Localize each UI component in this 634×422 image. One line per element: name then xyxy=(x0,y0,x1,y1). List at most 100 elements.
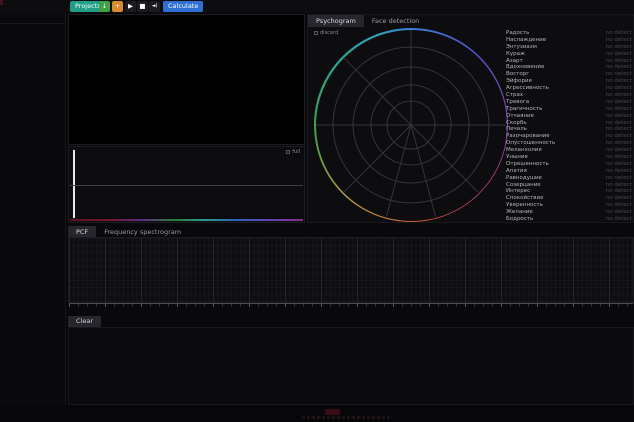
emotion-value: no detect xyxy=(606,188,632,195)
import-icon[interactable]: ↓ xyxy=(99,1,110,12)
emotion-value: no detect xyxy=(606,154,632,161)
window-corner-artifact xyxy=(0,0,3,5)
emotion-value: no detect xyxy=(606,133,632,140)
emotion-name: Страх xyxy=(506,92,523,99)
emotion-value: no detect xyxy=(606,168,632,175)
full-checkbox[interactable]: full xyxy=(286,149,300,155)
emotion-row: Апатия no detect xyxy=(506,168,632,175)
emotion-value: no detect xyxy=(606,58,632,65)
emotion-name: Эйфория xyxy=(506,78,532,85)
emotion-row: Равнодушие no detect xyxy=(506,175,632,182)
psychogram-polar-chart xyxy=(314,28,508,222)
emotion-color-strip xyxy=(70,219,303,221)
play-icon[interactable]: ▶ xyxy=(125,1,136,12)
emotion-name: Созерцание xyxy=(506,182,541,189)
emotion-row: Уверенность no detect xyxy=(506,202,632,209)
emotion-row: Желание no detect xyxy=(506,209,632,216)
playhead-cursor[interactable] xyxy=(73,150,75,218)
emotion-value: no detect xyxy=(606,140,632,147)
psychogram-tabrow: Psychogram Face detection xyxy=(308,15,427,27)
emotion-row: Наслаждение no detect xyxy=(506,37,632,44)
toolbar: Projects ↓ + ▶ ■ ◄) Calculate xyxy=(0,0,634,13)
emotion-list: Радость no detect Наслаждение no detect … xyxy=(506,30,632,223)
emotion-value: no detect xyxy=(606,44,632,51)
emotion-name: Разочарование xyxy=(506,133,550,140)
emotion-name: Наслаждение xyxy=(506,37,546,44)
emotion-name: Равнодушие xyxy=(506,175,542,182)
emotion-name: Опустошенность xyxy=(506,140,555,147)
emotion-value: no detect xyxy=(606,51,632,58)
polar-grid xyxy=(314,28,508,222)
emotion-row: Радость no detect xyxy=(506,30,632,37)
tab-psychogram[interactable]: Psychogram xyxy=(308,15,364,27)
emotion-row: Отрешенность no detect xyxy=(506,161,632,168)
emotion-value: no detect xyxy=(606,92,632,99)
time-axis-labels: 0 / 0 1 / 12 2 / 24 3 / 36 4 / 48 5 / 60… xyxy=(69,307,634,315)
emotion-name: Агрессивность xyxy=(506,85,549,92)
emotion-name: Меланхолия xyxy=(506,147,542,154)
emotion-row: Вдохновение no detect xyxy=(506,64,632,71)
status-text-artifact xyxy=(302,416,390,419)
status-bar xyxy=(0,405,634,422)
emotion-value: no detect xyxy=(606,126,632,133)
emotion-value: no detect xyxy=(606,161,632,168)
add-icon[interactable]: + xyxy=(112,1,123,12)
waveform-zero-axis xyxy=(70,185,303,186)
emotion-value: no detect xyxy=(606,99,632,106)
emotion-value: no detect xyxy=(606,71,632,78)
emotion-name: Бодрость xyxy=(506,216,533,223)
volume-icon[interactable]: ◄) xyxy=(149,1,160,12)
spectrogram-grid xyxy=(68,237,634,303)
emotion-row: Разочарование no detect xyxy=(506,133,632,140)
emotion-name: Уверенность xyxy=(506,202,543,209)
emotion-row: Отчаяние no detect xyxy=(506,113,632,120)
emotion-row: Трагичность no detect xyxy=(506,106,632,113)
video-preview xyxy=(68,14,305,145)
emotion-value: no detect xyxy=(606,106,632,113)
checkbox-icon[interactable] xyxy=(286,150,290,154)
emotion-value: no detect xyxy=(606,175,632,182)
emotion-name: Азарт xyxy=(506,58,523,65)
stop-icon[interactable]: ■ xyxy=(137,1,148,12)
emotion-row: Кураж no detect xyxy=(506,51,632,58)
emotion-row: Опустошенность no detect xyxy=(506,140,632,147)
app-window: Projects ↓ + ▶ ■ ◄) Calculate full Psych… xyxy=(0,0,634,422)
full-checkbox-label: full xyxy=(292,149,300,155)
calculate-button[interactable]: Calculate xyxy=(163,1,203,12)
sidebar-divider xyxy=(0,23,65,24)
emotion-row: Агрессивность no detect xyxy=(506,85,632,92)
emotion-name: Спокойствие xyxy=(506,195,544,202)
emotion-name: Энтузиазм xyxy=(506,44,537,51)
emotion-value: no detect xyxy=(606,37,632,44)
emotion-row: Скорбь no detect xyxy=(506,120,632,127)
emotion-name: Радость xyxy=(506,30,529,37)
emotion-name: Печаль xyxy=(506,126,527,133)
emotion-value: no detect xyxy=(606,216,632,223)
waveform-panel[interactable]: full xyxy=(68,146,305,223)
emotion-value: no detect xyxy=(606,120,632,127)
emotion-row: Созерцание no detect xyxy=(506,182,632,189)
emotion-name: Трагичность xyxy=(506,106,542,113)
clear-button[interactable]: Clear xyxy=(68,316,101,327)
left-sidebar xyxy=(0,13,66,405)
emotion-row: Энтузиазм no detect xyxy=(506,44,632,51)
emotion-value: no detect xyxy=(606,202,632,209)
clear-section: Clear xyxy=(68,316,634,405)
emotion-value: no detect xyxy=(606,113,632,120)
emotion-name: Уныние xyxy=(506,154,528,161)
emotion-value: no detect xyxy=(606,209,632,216)
emotion-row: Азарт no detect xyxy=(506,58,632,65)
emotion-name: Кураж xyxy=(506,51,525,58)
emotion-name: Желание xyxy=(506,209,533,216)
clear-output-panel xyxy=(68,327,634,405)
tab-face-detection[interactable]: Face detection xyxy=(364,15,427,27)
emotion-name: Отчаяние xyxy=(506,113,534,120)
emotion-row: Бодрость no detect xyxy=(506,216,632,223)
emotion-name: Вдохновение xyxy=(506,64,544,71)
emotion-row: Спокойствие no detect xyxy=(506,195,632,202)
status-indicator xyxy=(325,409,340,415)
emotion-row: Страх no detect xyxy=(506,92,632,99)
psychogram-panel: Psychogram Face detection discard xyxy=(307,14,634,223)
emotion-row: Печаль no detect xyxy=(506,126,632,133)
spectrogram-section: PCF Frequency spectrogram 0 / 0 1 / 12 2… xyxy=(68,226,634,313)
